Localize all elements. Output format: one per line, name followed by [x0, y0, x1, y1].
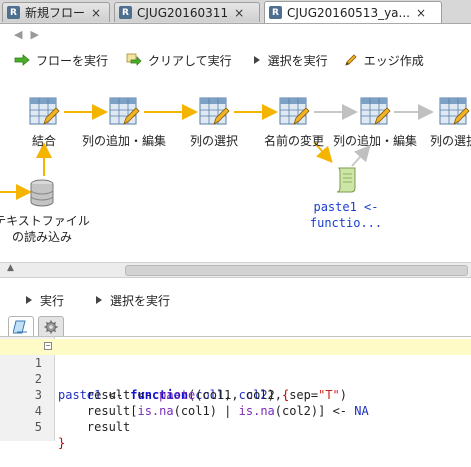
table-edit-icon	[29, 97, 60, 125]
node-add-edit-columns[interactable]: 列の追加・編集	[82, 96, 167, 149]
code-text: }	[58, 436, 66, 450]
create-edge-label: エッジ作成	[363, 53, 424, 68]
table-edit-icon	[439, 97, 470, 125]
node-select-columns-2[interactable]: 列の選択	[430, 96, 471, 149]
clear-and-run-button[interactable]: クリアして実行	[126, 52, 232, 69]
node-label: 列の選択	[189, 134, 238, 148]
run-selection-label: 選択を実行	[267, 53, 328, 68]
flow-canvas[interactable]: 結合 列の追加・編集 列の選択 名前の変更 列の追加・編集 列の選 テキストファ…	[0, 80, 471, 260]
run-flow-label: フローを実行	[36, 53, 109, 68]
back-arrow-icon[interactable]: ◀	[14, 28, 30, 41]
forward-arrow-icon[interactable]: ▶	[30, 28, 46, 41]
play-icon	[252, 55, 262, 65]
r-file-icon: R	[119, 6, 132, 19]
editor-tabs	[0, 314, 471, 337]
tab-cjug20160311[interactable]: R CJUG20160311 ×	[114, 2, 260, 22]
node-rename[interactable]: 名前の変更	[260, 96, 328, 149]
create-edge-button[interactable]: エッジ作成	[344, 52, 424, 69]
node-read-text-file[interactable]: テキストファイル の読み込み	[0, 178, 100, 245]
node-label: 列の追加・編集	[82, 134, 167, 148]
code-line[interactable]: 4 result	[0, 387, 471, 434]
tab-settings[interactable]	[38, 316, 64, 336]
tab-strip: R 新規フロー × R CJUG20160311 × R CJUG2016051…	[0, 0, 471, 24]
node-label-line1: paste1 <-	[313, 200, 379, 214]
node-label-line1: テキストファイル	[0, 214, 90, 228]
run-flow-button[interactable]: フローを実行	[14, 52, 108, 69]
close-icon[interactable]: ×	[234, 6, 244, 20]
play-icon	[94, 295, 104, 305]
node-join[interactable]: 結合	[22, 96, 66, 149]
fold-toggle-icon[interactable]: −	[44, 342, 52, 350]
tab-label: CJUG20160311	[137, 5, 229, 20]
r-file-icon: R	[269, 6, 282, 19]
code-line[interactable]: 2 result <- paste(col1, col2, sep="T")	[0, 355, 471, 402]
run-green-arrow-icon	[14, 54, 30, 66]
node-add-edit-columns-2[interactable]: 列の追加・編集	[333, 96, 418, 149]
history-nav: ◀▶	[14, 28, 47, 41]
line-number: 5	[34, 420, 42, 434]
node-label-line2: の読み込み	[11, 230, 72, 244]
clear-and-run-label: クリアして実行	[148, 53, 232, 68]
table-edit-icon	[109, 97, 140, 125]
close-icon[interactable]: ×	[91, 6, 101, 20]
tab-code-editor[interactable]	[8, 316, 34, 336]
node-select-columns[interactable]: 列の選択	[186, 96, 242, 149]
node-label: 列の選択	[430, 134, 471, 148]
node-label: 名前の変更	[263, 134, 324, 148]
run-script-button[interactable]: 実行	[24, 292, 64, 309]
script-toolbar: 実行 選択を実行	[0, 290, 170, 310]
table-edit-icon	[199, 97, 230, 125]
node-label: paste1 <- functio...	[310, 199, 382, 231]
node-script-paste1[interactable]: paste1 <- functio...	[306, 166, 386, 231]
node-label-line2: functio...	[309, 216, 383, 230]
tab-new-flow[interactable]: R 新規フロー ×	[2, 2, 110, 22]
code-text: result	[58, 420, 131, 434]
r-file-icon: R	[7, 6, 20, 19]
tab-label: 新規フロー	[25, 6, 86, 20]
run-selection-button[interactable]: 選択を実行	[252, 52, 328, 69]
canvas-horizontal-scrollbar[interactable]: ▲	[0, 262, 471, 278]
tab-cjug20160513[interactable]: R CJUG20160513_ya... ×	[264, 1, 442, 23]
node-label: テキストファイル の読み込み	[0, 213, 90, 245]
run-selection-script-button[interactable]: 選択を実行	[94, 292, 170, 309]
play-icon	[24, 295, 34, 305]
scrollbar-thumb[interactable]	[125, 265, 468, 276]
run-selection-script-label: 選択を実行	[110, 293, 171, 308]
code-line[interactable]: 1 − paste1 <- function(col1, col2) {	[0, 339, 471, 402]
node-label: 列の追加・編集	[333, 134, 418, 148]
edit-tab-icon	[13, 320, 27, 333]
code-editor[interactable]: 1 − paste1 <- function(col1, col2) { 2 r…	[0, 337, 471, 450]
gear-icon	[44, 320, 58, 333]
close-icon[interactable]: ×	[416, 6, 426, 20]
scroll-left-arrow-icon[interactable]: ▲	[7, 263, 14, 273]
table-edit-icon	[279, 97, 310, 125]
pencil-icon	[344, 53, 358, 67]
run-script-label: 実行	[40, 293, 65, 308]
clear-run-icon	[126, 53, 142, 67]
node-label: 結合	[31, 134, 56, 148]
code-line[interactable]: 5 }	[0, 403, 471, 450]
tab-label: CJUG20160513_ya...	[287, 5, 410, 20]
code-line[interactable]: 3 result[is.na(col1) | is.na(col2)] <- N…	[0, 371, 471, 418]
edge[interactable]	[351, 145, 371, 167]
table-edit-icon	[360, 97, 391, 125]
script-scroll-icon	[336, 167, 356, 193]
database-icon	[30, 179, 54, 207]
flow-toolbar: フローを実行 クリアして実行 選択を実行 エッジ作成	[0, 48, 424, 72]
